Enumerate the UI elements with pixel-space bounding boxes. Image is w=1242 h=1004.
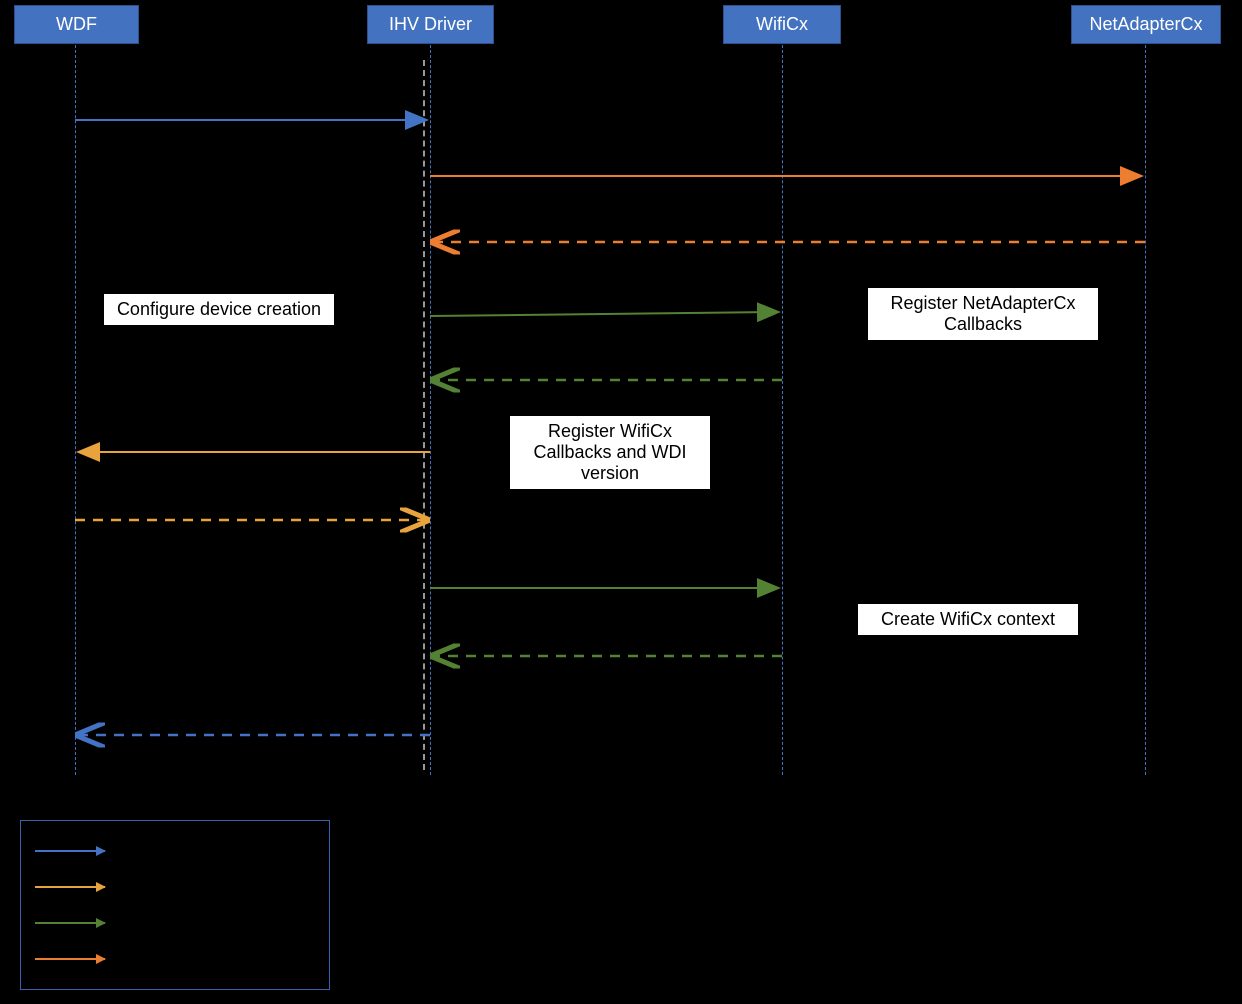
note-register-wifi: Register WifiCx Callbacks and WDI versio…: [510, 416, 710, 489]
note-text: Register NetAdapterCx Callbacks: [890, 293, 1075, 334]
legend-arrow-yellow: [35, 886, 105, 888]
lifeline-label: WDF: [56, 14, 97, 34]
msg-netinit: NetDeviceInitConfig(): [700, 153, 852, 171]
lifeline-header-ihv: IHV Driver: [367, 5, 494, 44]
msg-wifisetcfg-ret: Return WifiDeviceInitSetConfig(): [472, 356, 702, 374]
lifeline-header-wificx: WifiCx: [723, 5, 841, 44]
lifeline-label: IHV Driver: [389, 14, 472, 34]
msg-evtadd: EvtDriverDeviceAdd(): [170, 96, 324, 114]
legend-label: WDF API Call: [123, 842, 221, 860]
legend-row-netadapter: .legend-row:nth-child(4) .legend-arrow::…: [29, 941, 321, 977]
msg-wifisetcfg: WifiDeviceInitSetConfig(): [500, 290, 678, 308]
lifeline-label: NetAdapterCx: [1089, 14, 1202, 34]
note-register-nac: Register NetAdapterCx Callbacks: [868, 288, 1098, 340]
legend-arrow-green: [35, 922, 105, 924]
note-config-device: Configure device creation: [104, 294, 334, 325]
note-create-ctx: Create WifiCx context: [858, 604, 1078, 635]
msg-evtadd-ret: Return EvtDriverDeviceAdd(): [150, 711, 356, 729]
legend-label: NetAdapterCx API Call: [123, 950, 285, 968]
legend-row-wdf: .legend-row:nth-child(1) .legend-arrow::…: [29, 833, 321, 869]
legend-arrow-blue: [35, 850, 105, 852]
divider-ihv: [423, 60, 425, 770]
lifeline-netadapter: [1145, 45, 1146, 775]
legend-label: WifiCx API Call: [123, 914, 231, 932]
msg-wdfcreate: WdfDeviceCreate(): [186, 428, 322, 446]
msg-wdfcreate-ret: Return WdfDeviceCreate(): [160, 496, 349, 514]
lifeline-header-wdf: WDF: [14, 5, 139, 44]
lifeline-header-netadapter: NetAdapterCx: [1071, 5, 1221, 44]
legend: .legend-row:nth-child(1) .legend-arrow::…: [20, 820, 330, 990]
legend-arrow-orange: [35, 958, 105, 960]
note-text: Register WifiCx Callbacks and WDI versio…: [533, 421, 686, 483]
msg-wifidevinit: WifiDeviceInitialize(): [530, 564, 674, 582]
lifeline-wdf: [75, 45, 76, 775]
msg-netinit-ret: Return NetDeviceInitConfig(): [670, 218, 875, 236]
lifeline-ihv: [430, 45, 431, 775]
legend-row-client: .legend-row:nth-child(2) .legend-arrow::…: [29, 869, 321, 905]
msg-wifidevinit-ret: Return WifiDeviceInitialize(): [502, 632, 699, 650]
legend-label: Client Driver Action: [123, 878, 259, 896]
note-text: Configure device creation: [117, 299, 321, 319]
note-text: Create WifiCx context: [881, 609, 1055, 629]
legend-row-wificx: .legend-row:nth-child(3) .legend-arrow::…: [29, 905, 321, 941]
lifeline-label: WifiCx: [756, 14, 808, 34]
